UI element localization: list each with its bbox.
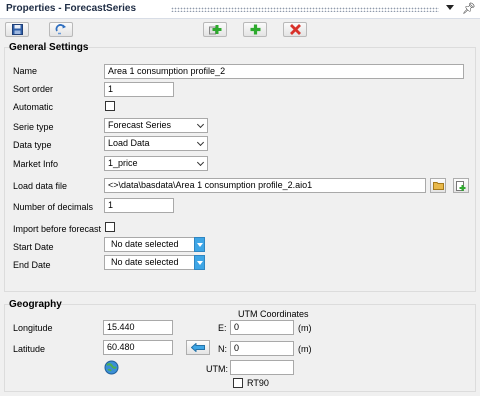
serie-type-select[interactable]: Forecast Series <box>104 118 208 133</box>
start-date-label: Start Date <box>13 242 54 252</box>
window-menu-dropdown-icon[interactable] <box>446 5 454 10</box>
chevron-down-icon <box>196 120 205 129</box>
pin-icon[interactable]: 📌︎ <box>462 2 476 16</box>
utm-coordinates-title: UTM Coordinates <box>238 309 309 319</box>
import-label: Import before forecast <box>13 224 102 234</box>
add-button[interactable] <box>243 22 267 37</box>
utm-input[interactable] <box>230 360 294 375</box>
refresh-button[interactable] <box>49 22 73 37</box>
data-type-value: Load Data <box>108 138 150 148</box>
longitude-input[interactable]: 15.440 <box>103 320 173 335</box>
decimals-input[interactable]: 1 <box>104 198 174 213</box>
browse-folder-button[interactable] <box>430 178 446 193</box>
end-date-label: End Date <box>13 260 51 270</box>
chevron-down-icon <box>196 158 205 167</box>
add-icon <box>250 24 260 35</box>
rt90-checkbox[interactable] <box>233 378 243 388</box>
add-copy-button[interactable] <box>203 22 227 37</box>
new-file-button[interactable] <box>453 178 469 193</box>
latitude-input[interactable]: 60.480 <box>103 340 173 355</box>
n-input[interactable]: 0 <box>230 341 294 356</box>
market-info-value: 1_price <box>108 158 138 168</box>
utm-label: UTM: <box>206 364 228 374</box>
e-label: E: <box>218 323 227 333</box>
e-input[interactable]: 0 <box>230 320 294 335</box>
arrow-left-icon <box>191 343 205 352</box>
calendar-dropdown-icon[interactable] <box>194 237 205 252</box>
general-settings-title: General Settings <box>9 42 89 53</box>
name-input[interactable]: Area 1 consumption profile_2 <box>104 64 464 79</box>
load-file-input[interactable]: <>\data\basdata\Area 1 consumption profi… <box>104 178 426 193</box>
n-label: N: <box>218 344 227 354</box>
save-icon <box>11 24 23 35</box>
market-info-select[interactable]: 1_price <box>104 156 208 171</box>
geography-title: Geography <box>9 299 62 310</box>
serie-type-value: Forecast Series <box>108 120 172 130</box>
chevron-down-icon <box>196 138 205 147</box>
n-unit: (m) <box>298 344 312 354</box>
calendar-dropdown-icon[interactable] <box>194 255 205 270</box>
convert-to-latlong-button[interactable] <box>186 340 210 355</box>
end-date-value: No date selected <box>111 257 179 267</box>
delete-button[interactable] <box>283 22 307 37</box>
data-type-select[interactable]: Load Data <box>104 136 208 151</box>
longitude-label: Longitude <box>13 323 53 333</box>
serie-type-label: Serie type <box>13 122 54 132</box>
save-button[interactable] <box>5 22 29 37</box>
market-info-label: Market Info <box>13 159 59 169</box>
add-copy-icon <box>208 25 221 35</box>
drag-grip[interactable] <box>171 7 439 12</box>
load-file-label: Load data file <box>13 181 68 191</box>
rt90-label: RT90 <box>247 378 269 388</box>
sort-order-label: Sort order <box>13 84 54 94</box>
delete-icon <box>289 24 301 35</box>
data-type-label: Data type <box>13 140 52 150</box>
folder-icon <box>432 182 444 190</box>
name-label: Name <box>13 66 38 76</box>
title-bar: Properties - ForecastSeries 📌︎ <box>0 0 480 19</box>
latitude-label: Latitude <box>13 344 46 354</box>
end-date-picker[interactable]: No date selected <box>104 255 205 270</box>
start-date-picker[interactable]: No date selected <box>104 237 205 252</box>
new-file-icon <box>456 180 466 191</box>
general-settings-group <box>4 47 476 292</box>
globe-icon <box>104 360 119 375</box>
sort-order-input[interactable]: 1 <box>104 82 174 97</box>
refresh-icon <box>55 24 66 35</box>
automatic-label: Automatic <box>13 102 54 112</box>
window-title: Properties - ForecastSeries <box>6 3 137 14</box>
automatic-checkbox[interactable] <box>105 101 115 111</box>
start-date-value: No date selected <box>111 239 179 249</box>
globe-button[interactable] <box>104 360 119 375</box>
import-checkbox[interactable] <box>105 222 115 232</box>
e-unit: (m) <box>298 323 312 333</box>
decimals-label: Number of decimals <box>13 202 94 212</box>
